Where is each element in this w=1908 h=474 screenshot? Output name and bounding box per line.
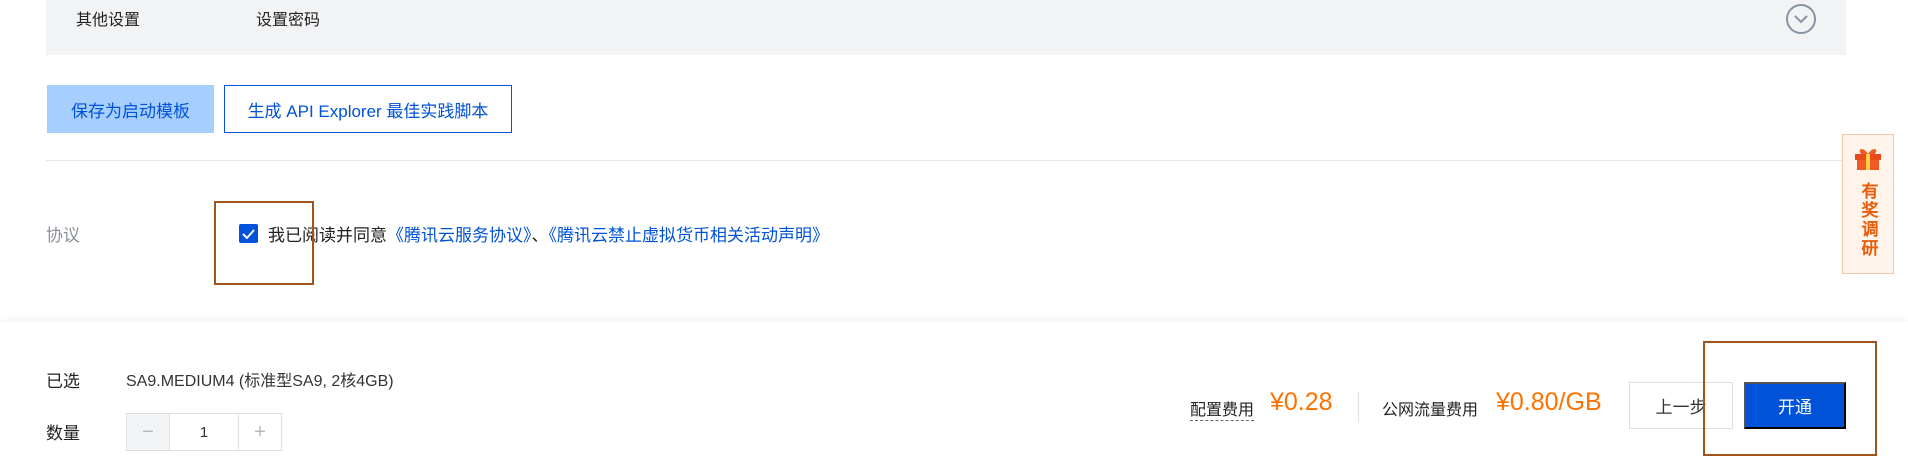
check-icon — [242, 228, 255, 239]
other-settings-subtitle: 设置密码 — [256, 12, 321, 29]
quantity-stepper[interactable]: − 1 + — [126, 413, 282, 451]
selected-label: 已选 — [46, 372, 80, 391]
survey-widget[interactable]: 有奖调研 — [1842, 134, 1894, 274]
other-settings-title: 其他设置 — [76, 12, 141, 29]
service-agreement-link[interactable]: 《腾讯云服务协议》 — [387, 226, 532, 245]
crypto-statement-link[interactable]: 《腾讯云禁止虚拟货币相关活动声明》 — [549, 226, 830, 245]
gift-icon — [1853, 145, 1883, 176]
fee-separator — [1358, 392, 1359, 422]
api-explorer-button[interactable]: 生成 API Explorer 最佳实践脚本 — [224, 85, 512, 133]
config-fee-label[interactable]: 配置费用 — [1190, 396, 1255, 421]
chevron-down-icon[interactable] — [1786, 4, 1816, 34]
submit-button[interactable]: 开通 — [1744, 382, 1846, 429]
previous-button[interactable]: 上一步 — [1629, 382, 1733, 429]
traffic-fee-label: 公网流量费用 — [1382, 402, 1479, 419]
divider — [46, 160, 1846, 161]
quantity-label: 数量 — [46, 424, 80, 443]
agreement-checkbox[interactable] — [239, 224, 258, 243]
selected-value: SA9.MEDIUM4 (标准型SA9, 2核4GB) — [126, 373, 394, 390]
checkout-bar: 已选 SA9.MEDIUM4 (标准型SA9, 2核4GB) 数量 − 1 + … — [0, 322, 1908, 474]
decrement-icon[interactable]: − — [127, 414, 169, 450]
survey-label: 有奖调研 — [1858, 182, 1878, 258]
config-fee-value: ¥0.28 — [1270, 388, 1333, 416]
agreement-label: 协议 — [46, 226, 80, 245]
agreement-text: 我已阅读并同意《腾讯云服务协议》、《腾讯云禁止虚拟货币相关活动声明》 — [268, 221, 829, 246]
other-settings-panel[interactable]: 其他设置 设置密码 — [46, 0, 1846, 55]
increment-icon[interactable]: + — [239, 414, 281, 450]
save-template-button[interactable]: 保存为启动模板 — [47, 85, 214, 133]
quantity-input[interactable]: 1 — [169, 414, 239, 450]
agreement-separator: 、 — [531, 226, 549, 245]
traffic-fee-value: ¥0.80/GB — [1496, 388, 1602, 416]
agreement-prefix: 我已阅读并同意 — [268, 226, 387, 245]
